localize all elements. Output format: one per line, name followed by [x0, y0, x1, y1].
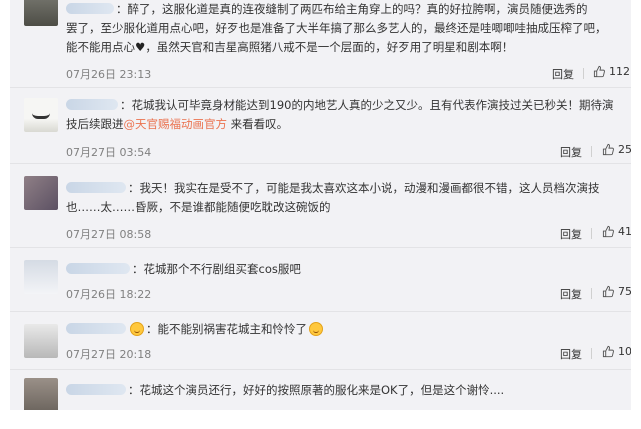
avatar[interactable]	[24, 378, 58, 410]
avatar[interactable]	[24, 0, 58, 26]
comment-text-line: ：能不能别祸害花城主和怜怜了	[146, 322, 307, 336]
comment-text-line: 能不能用点心	[66, 40, 135, 54]
like-button[interactable]: 41	[602, 225, 631, 238]
like-button[interactable]: 75	[602, 285, 631, 298]
thumbs-up-icon	[602, 143, 614, 156]
comment-item: ：我天！我实在是受不了，可能是我太喜欢这本小说，动漫和漫画都很不错，这人员档次演…	[10, 164, 631, 248]
comment-meta: 07月27日 08:58 回复 41	[66, 225, 631, 242]
reply-button[interactable]: 回复	[560, 144, 582, 160]
username[interactable]	[66, 323, 126, 334]
comment-item: ：花城那个不行剧组买套cos服吧 07月26日 18:22 回复 75	[10, 248, 631, 312]
comment-meta: 07月26日 18:22 回复 75	[66, 285, 631, 302]
comment-text-line: ：花城那个不行剧组买套cos服吧	[132, 262, 301, 276]
heart-icon: ♥	[135, 40, 146, 54]
username[interactable]	[66, 384, 126, 395]
like-button[interactable]: 112	[593, 65, 630, 78]
thumbs-up-icon	[602, 225, 614, 238]
avatar[interactable]	[24, 324, 58, 358]
timestamp: 07月26日 18:22	[66, 288, 152, 301]
comment-text: ：醉了，这服化道是真的连夜缝制了两匹布给主角穿上的吗？真的好拉胯啊，演员随便选秀…	[66, 0, 626, 57]
divider	[591, 228, 592, 239]
like-count: 41	[618, 225, 631, 238]
divider	[583, 68, 584, 79]
comment-text-line: ：醉了，这服化道是真的连夜缝制了两匹布给主角穿上的吗？真的好拉胯啊，演员随便选秀…	[116, 2, 588, 16]
comment-item: ：花城我认可毕竟身材能达到190的内地艺人真的少之又少。且有代表作演技过关已秒关…	[10, 88, 631, 164]
like-count: 10	[618, 345, 631, 358]
timestamp: 07月26日 23:13	[66, 68, 152, 81]
username[interactable]	[66, 99, 118, 110]
comment-text-line: 技后续跟进	[66, 117, 124, 131]
username[interactable]	[66, 182, 126, 193]
reply-button[interactable]: 回复	[552, 66, 574, 82]
reply-button[interactable]: 回复	[560, 286, 582, 302]
comment-text: ：能不能别祸害花城主和怜怜了	[66, 320, 626, 339]
timestamp: 07月27日 03:54	[66, 146, 152, 159]
mention-link[interactable]: @天官赐福动画官方	[124, 117, 228, 131]
divider	[591, 288, 592, 299]
avatar[interactable]	[24, 260, 58, 294]
reply-button[interactable]: 回复	[560, 346, 582, 362]
thumbs-up-icon	[602, 285, 614, 298]
comment-text-line: ：我天！我实在是受不了，可能是我太喜欢这本小说，动漫和漫画都很不错，这人员档次演…	[128, 181, 600, 195]
like-count: 112	[609, 65, 630, 78]
divider	[591, 348, 592, 359]
comment-text: ：我天！我实在是受不了，可能是我太喜欢这本小说，动漫和漫画都很不错，这人员档次演…	[66, 179, 626, 217]
thumbs-up-icon	[602, 345, 614, 358]
comment-item: ：花城这个演员还行，好好的按照原著的服化来是OK了，但是这个谢怜....	[10, 370, 631, 410]
thumbs-up-icon	[593, 65, 605, 78]
timestamp: 07月27日 08:58	[66, 228, 152, 241]
comment-item: ：能不能别祸害花城主和怜怜了 07月27日 20:18 回复 10	[10, 312, 631, 370]
username[interactable]	[66, 263, 130, 274]
avatar[interactable]	[24, 98, 58, 132]
comment-text-line: 来看看叹。	[227, 117, 289, 131]
emoji-icon	[309, 322, 323, 336]
comment-text: ：花城我认可毕竟身材能达到190的内地艺人真的少之又少。且有代表作演技过关已秒关…	[66, 96, 626, 134]
comment-meta: 07月27日 20:18 回复 10	[66, 345, 631, 362]
comment-item: ：醉了，这服化道是真的连夜缝制了两匹布给主角穿上的吗？真的好拉胯啊，演员随便选秀…	[10, 0, 631, 88]
comment-meta: 07月26日 23:13 回复 112	[66, 65, 630, 82]
comment-feed: ：醉了，这服化道是真的连夜缝制了两匹布给主角穿上的吗？真的好拉胯啊，演员随便选秀…	[10, 0, 631, 410]
comment-text: ：花城这个演员还行，好好的按照原著的服化来是OK了，但是这个谢怜....	[66, 381, 626, 400]
comment-text-line: ：花城这个演员还行，好好的按照原著的服化来是OK了，但是这个谢怜....	[128, 383, 505, 397]
like-button[interactable]: 10	[602, 345, 631, 358]
like-button[interactable]: 25	[602, 143, 631, 156]
comment-text-line: ，虽然天官和吉星高照猪八戒不是一个层面的，好歹用了明星和剧本啊！	[145, 40, 514, 54]
comment-text-line: 也……太……昏厥，不是谁都能随便吃耽改这碗饭的	[66, 200, 331, 214]
username[interactable]	[66, 3, 114, 14]
like-count: 75	[618, 285, 631, 298]
comment-text: ：花城那个不行剧组买套cos服吧	[66, 260, 626, 279]
divider	[591, 146, 592, 157]
comment-text-line: 罢了，至少服化道用点心吧，好歹也是准备了大半年搞了那么多艺人的，最终还是哇唧唧哇…	[66, 21, 607, 35]
timestamp: 07月27日 20:18	[66, 348, 152, 361]
comment-text-line: ：花城我认可毕竟身材能达到190的内地艺人真的少之又少。且有代表作演技过关已秒关…	[120, 98, 614, 112]
like-count: 25	[618, 143, 631, 156]
emoji-icon	[130, 322, 144, 336]
reply-button[interactable]: 回复	[560, 226, 582, 242]
comment-meta: 07月27日 03:54 回复 25	[66, 143, 631, 160]
avatar[interactable]	[24, 176, 58, 210]
